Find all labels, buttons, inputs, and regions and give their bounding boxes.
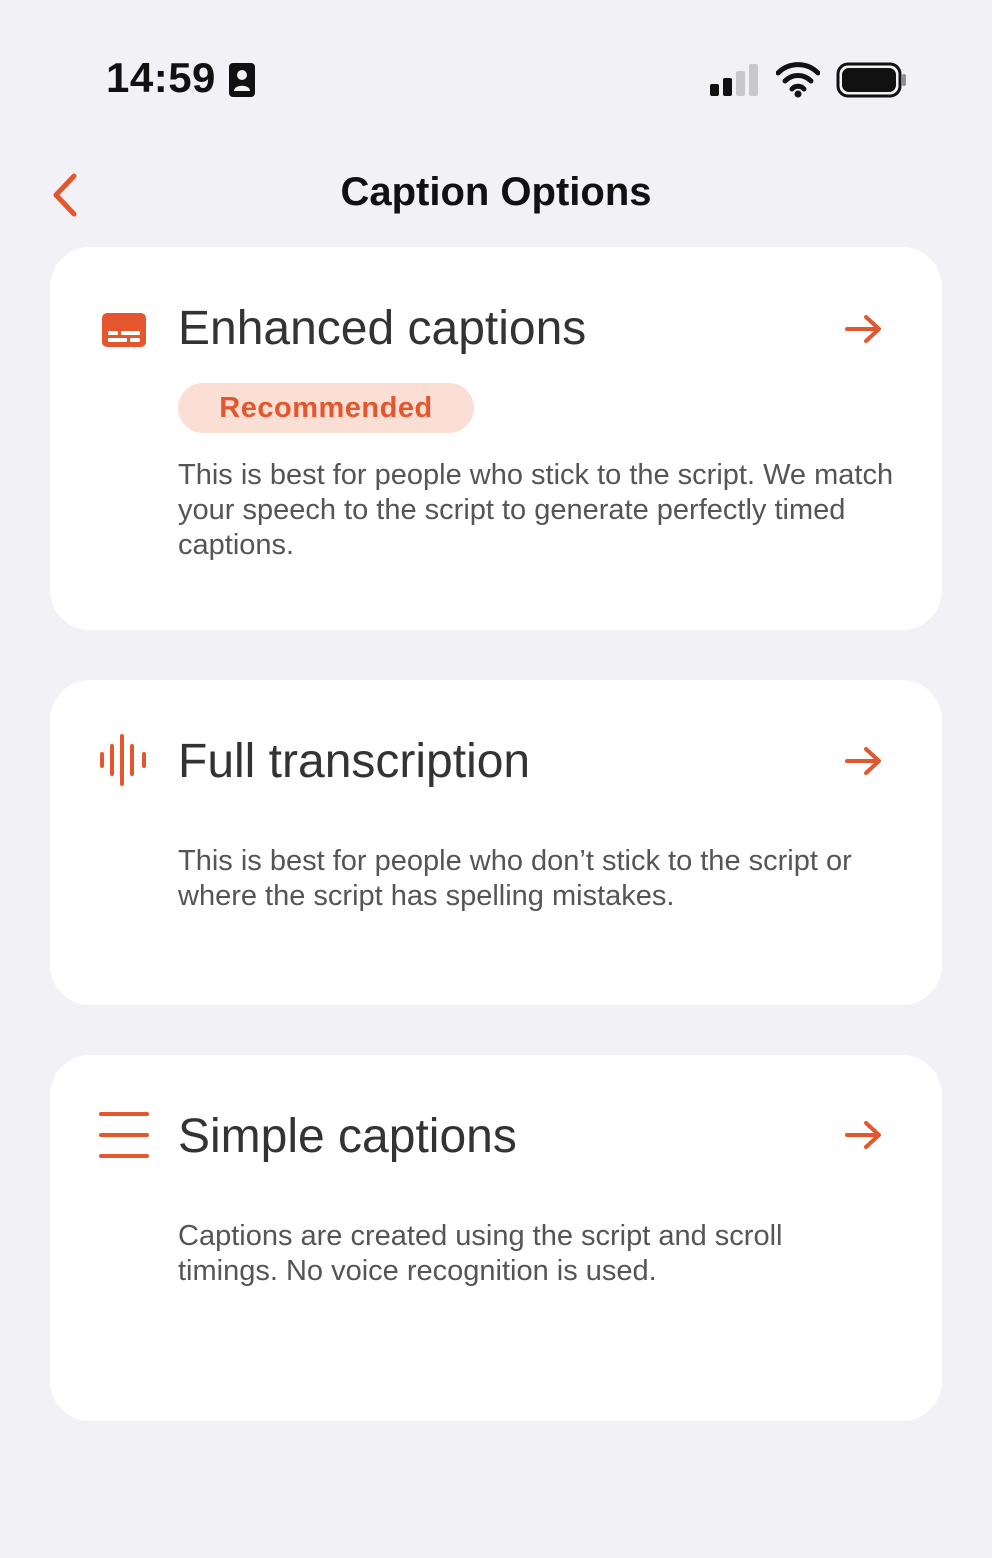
option-card-full-transcription[interactable]: Full transcription This is best for peop… — [50, 680, 942, 1005]
arrow-right-icon — [845, 747, 881, 775]
option-description: This is best for people who don’t stick … — [178, 845, 852, 912]
lines-icon — [99, 1112, 149, 1158]
status-bar: 14:59 — [0, 0, 992, 140]
option-card-simple-captions[interactable]: Simple captions Captions are created usi… — [50, 1055, 942, 1421]
recommended-badge: Recommended — [178, 383, 474, 433]
option-title: Simple captions — [178, 1110, 517, 1163]
battery-icon — [836, 62, 906, 98]
option-title: Enhanced captions — [178, 302, 587, 355]
option-card-enhanced-captions[interactable]: Enhanced captions Recommended This is be… — [50, 247, 942, 630]
page-title: Caption Options — [340, 170, 652, 214]
navigation-bar: Caption Options — [0, 150, 992, 240]
arrow-right-icon — [845, 315, 881, 343]
sim-card-icon — [229, 63, 255, 97]
option-description: This is best for people who stick to the… — [178, 459, 894, 561]
cellular-signal-icon — [710, 64, 758, 96]
arrow-right-icon — [845, 1121, 881, 1149]
option-description: Captions are created using the script an… — [178, 1220, 783, 1287]
status-time: 14:59 — [106, 54, 216, 101]
captions-icon — [102, 313, 146, 347]
waveform-icon — [100, 734, 146, 786]
option-title: Full transcription — [178, 735, 531, 788]
wifi-icon — [776, 62, 820, 98]
